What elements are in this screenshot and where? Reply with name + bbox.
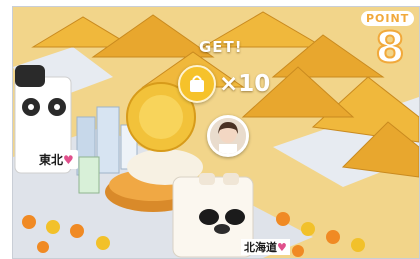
point-number: 8 <box>374 22 405 73</box>
region-tag-tohoku: 東北♥ <box>35 150 78 169</box>
region-tag-hokkaido: 北海道♥ <box>241 239 290 255</box>
heart-icon: ♥ <box>277 241 287 254</box>
bag-icon <box>178 65 216 103</box>
get-label: GET! <box>199 38 243 56</box>
avatar <box>207 115 249 157</box>
person-portrait-icon <box>210 118 246 154</box>
region-tag-label: 北海道 <box>244 241 277 254</box>
game-view: GET! ×10 東北♥ 北海道♥ POINT 8 <box>12 6 420 259</box>
heart-icon: ♥ <box>63 153 74 167</box>
region-tag-label: 東北 <box>39 153 64 167</box>
reward-count: ×10 <box>219 71 271 97</box>
